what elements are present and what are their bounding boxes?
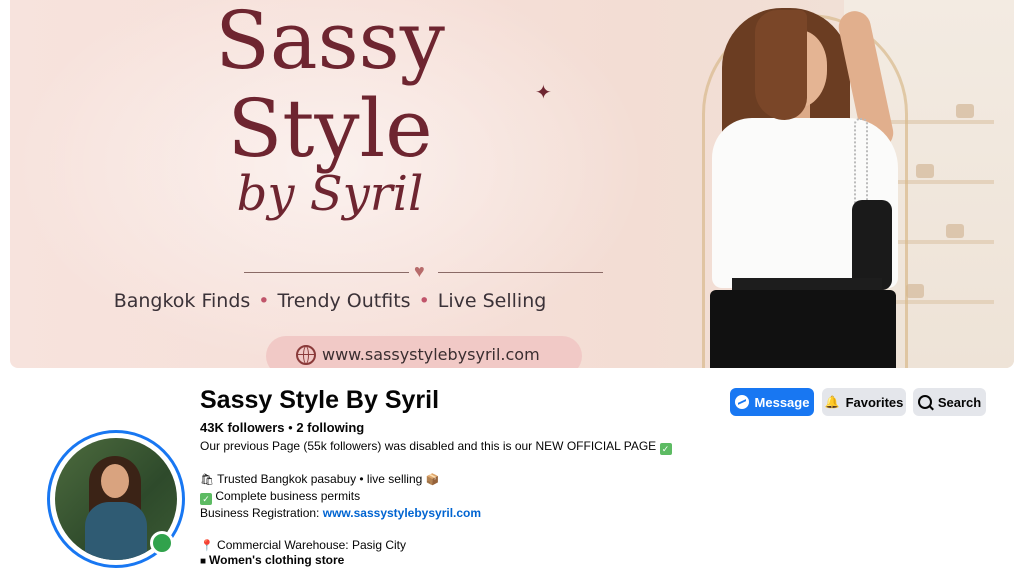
- avatar-face: [101, 464, 129, 498]
- search-button-label: Search: [937, 394, 982, 410]
- page-intro: Our previous Page (55k followers) was di…: [200, 438, 672, 554]
- tagline: Live Selling: [437, 290, 547, 312]
- avatar-dress: [85, 502, 147, 560]
- bio-line: ✓ Complete business permits: [200, 488, 672, 505]
- search-button[interactable]: Search: [913, 388, 986, 416]
- dot-separator: •: [418, 290, 430, 312]
- divider-right: [438, 272, 603, 273]
- bio-text: Business Registration:: [200, 506, 323, 520]
- search-icon: [917, 395, 932, 409]
- tagline: Trendy Outfits: [277, 290, 411, 312]
- online-status-indicator: [150, 531, 174, 555]
- bio-text: Commercial Warehouse: Pasig City: [217, 538, 406, 552]
- bio-text: Trusted Bangkok pasabuy • live selling: [217, 472, 423, 486]
- follow-stats: 43K followers • 2 following: [200, 420, 364, 435]
- model-belt: [732, 278, 882, 290]
- check-mark-icon: ✓: [659, 443, 672, 455]
- bio-gap: [200, 455, 672, 471]
- dot-separator: •: [258, 290, 270, 312]
- cover-model-illustration: [670, 0, 950, 368]
- page-title: Sassy Style By Syril: [200, 386, 440, 414]
- page-category: ■ Women's clothing store: [200, 553, 344, 567]
- package-icon: 📦: [425, 474, 440, 486]
- model-pants: [710, 290, 896, 368]
- bio-line: Business Registration: www.sassystylebys…: [200, 505, 672, 521]
- model-bag-strap: [854, 118, 868, 212]
- category-label: Women's clothing store: [209, 553, 345, 567]
- cover-photo[interactable]: Sassy Style ✦ by Syril ♥ Bangkok Finds • T…: [10, 0, 1014, 368]
- brand-line-by-syril: by Syril: [236, 166, 424, 222]
- model-hair-front: [755, 10, 807, 120]
- briefcase-icon: ■: [200, 556, 207, 567]
- bio-line: Our previous Page (55k followers) was di…: [200, 438, 672, 455]
- messenger-icon: [734, 395, 749, 409]
- cover-url: www.sassystylebysyril.com: [322, 345, 540, 364]
- brand-line-sassy: Sassy: [215, 0, 445, 87]
- followers-count[interactable]: 43K followers: [200, 420, 285, 435]
- bio-line: 🛍 Trusted Bangkok pasabuy • live selling…: [200, 471, 672, 488]
- divider-left: [244, 272, 409, 273]
- favorites-button[interactable]: 🔔 Favorites: [822, 388, 906, 416]
- shopping-bags-icon: 🛍: [200, 474, 214, 486]
- brand-line-style: Style: [227, 82, 433, 175]
- message-button-label: Message: [754, 394, 810, 410]
- bio-text: Complete business permits: [215, 489, 361, 503]
- favorites-button-label: Favorites: [845, 394, 904, 410]
- check-mark-icon: ✓: [200, 493, 212, 505]
- bio-gap: [200, 521, 672, 537]
- following-count[interactable]: 2 following: [296, 420, 364, 435]
- model-bag: [852, 200, 892, 290]
- heart-icon: ♥: [414, 261, 425, 281]
- stats-separator: •: [284, 420, 297, 435]
- tagline: Bangkok Finds: [113, 290, 251, 312]
- bio-text: Our previous Page (55k followers) was di…: [200, 439, 657, 453]
- shelf-item: [956, 104, 974, 118]
- globe-icon: [296, 345, 316, 365]
- pin-icon: 📍: [200, 540, 214, 552]
- message-button[interactable]: Message: [730, 388, 814, 416]
- business-registration-link[interactable]: www.sassystylebysyril.com: [323, 506, 481, 520]
- cover-url-pill: www.sassystylebysyril.com: [266, 336, 582, 368]
- cover-taglines: Bangkok Finds • Trendy Outfits • Live Sellin…: [10, 290, 650, 312]
- bell-icon: 🔔: [824, 395, 840, 409]
- bio-line: 📍 Commercial Warehouse: Pasig City: [200, 537, 672, 554]
- sparkle-icon: ✦: [535, 82, 552, 104]
